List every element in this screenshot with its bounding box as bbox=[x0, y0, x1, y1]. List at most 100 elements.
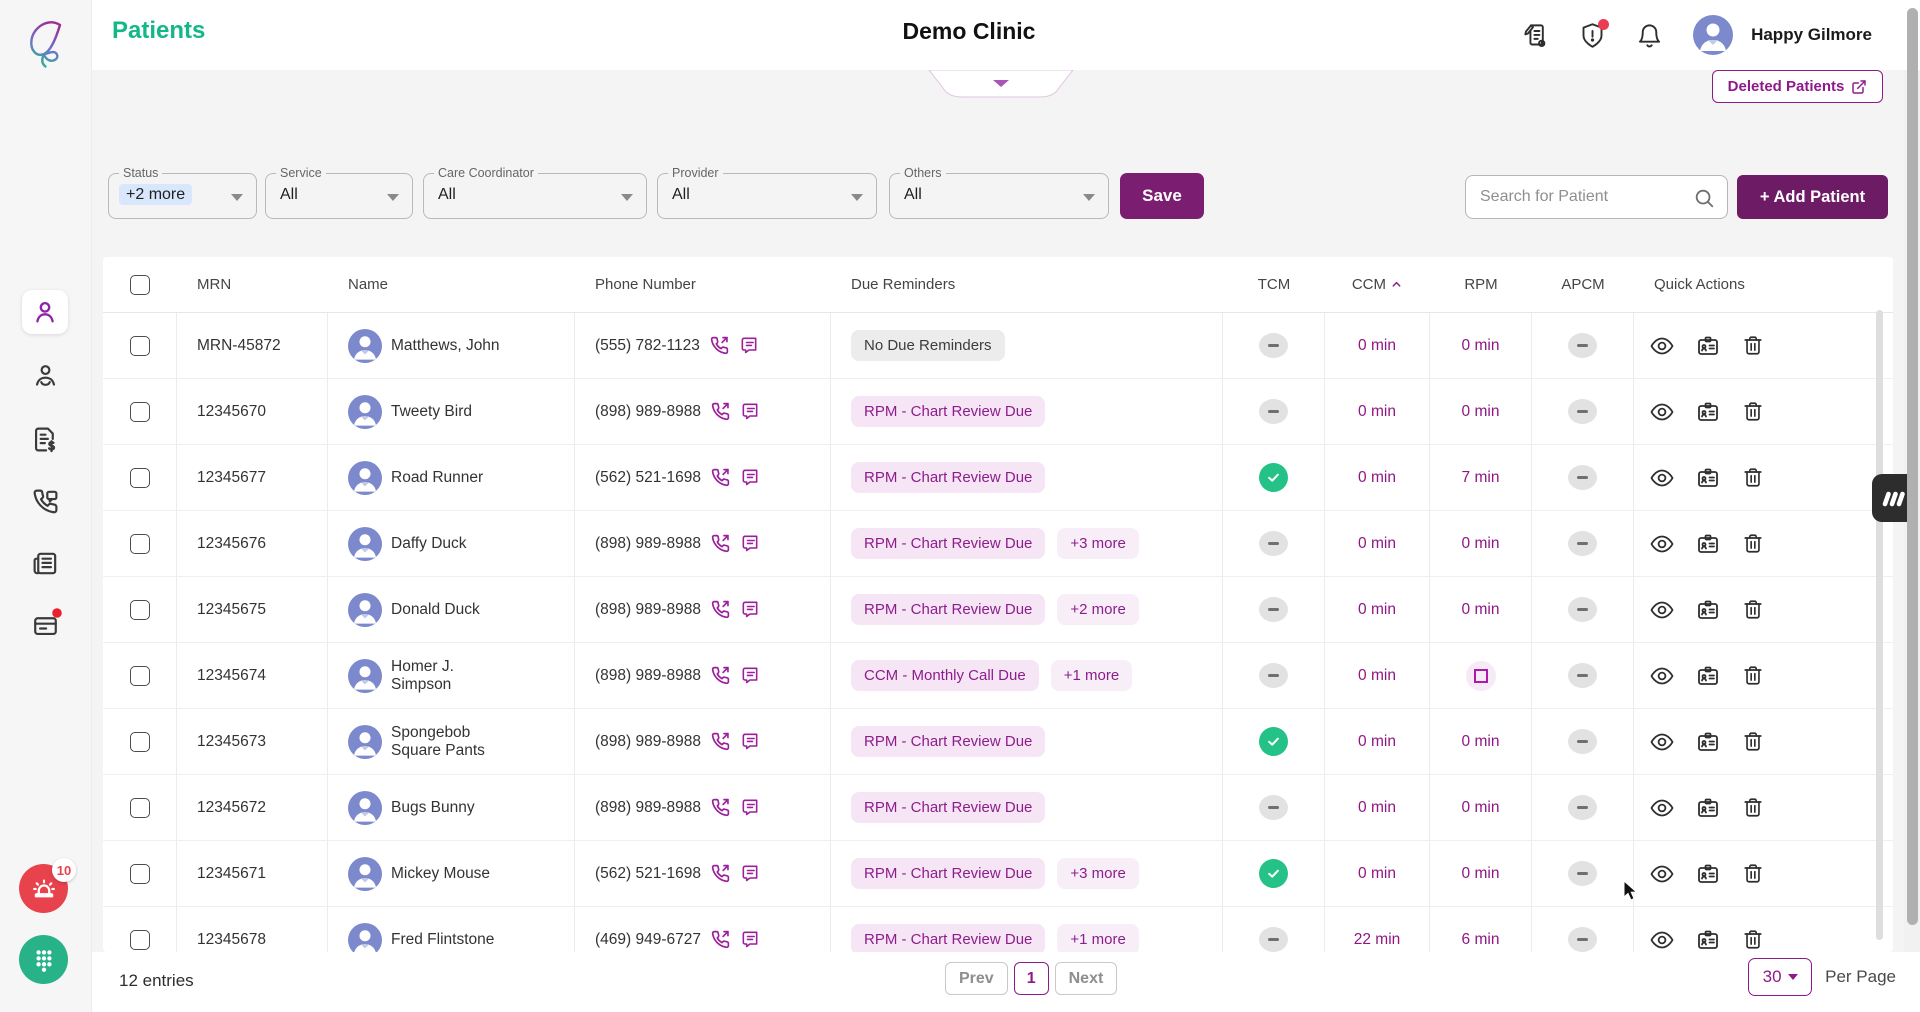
notifications-bell-icon[interactable] bbox=[1636, 22, 1663, 49]
row-checkbox[interactable] bbox=[130, 666, 150, 686]
reminder-chip[interactable]: RPM - Chart Review Due bbox=[851, 726, 1045, 757]
select-all-checkbox[interactable] bbox=[130, 275, 150, 295]
row-checkbox[interactable] bbox=[130, 600, 150, 620]
view-patient-icon[interactable] bbox=[1650, 730, 1674, 754]
sidebar-item-care-team[interactable] bbox=[30, 360, 60, 390]
col-phone[interactable]: Phone Number bbox=[575, 276, 831, 293]
message-icon[interactable] bbox=[740, 863, 760, 883]
name-cell[interactable]: Homer J. Simpson bbox=[328, 643, 575, 708]
delete-patient-icon[interactable] bbox=[1742, 466, 1764, 489]
more-reminders-chip[interactable]: +3 more bbox=[1057, 858, 1138, 889]
save-button[interactable]: Save bbox=[1120, 173, 1204, 219]
user-avatar[interactable] bbox=[1693, 15, 1733, 55]
delete-patient-icon[interactable] bbox=[1742, 862, 1764, 885]
row-checkbox[interactable] bbox=[130, 798, 150, 818]
call-icon[interactable] bbox=[710, 599, 731, 620]
name-cell[interactable]: Spongebob Square Pants bbox=[328, 709, 575, 774]
reminder-chip[interactable]: RPM - Chart Review Due bbox=[851, 924, 1045, 952]
name-cell[interactable]: Daffy Duck bbox=[328, 511, 575, 576]
name-cell[interactable]: Fred Flintstone bbox=[328, 907, 575, 952]
sidebar-item-reports[interactable] bbox=[30, 548, 60, 578]
delete-patient-icon[interactable] bbox=[1742, 400, 1764, 423]
prev-page-button[interactable]: Prev bbox=[945, 962, 1008, 995]
more-reminders-chip[interactable]: +1 more bbox=[1051, 660, 1132, 691]
reminder-chip[interactable]: RPM - Chart Review Due bbox=[851, 396, 1045, 427]
patient-card-icon[interactable] bbox=[1696, 466, 1720, 490]
col-ccm[interactable]: CCM bbox=[1325, 276, 1430, 293]
row-checkbox[interactable] bbox=[130, 468, 150, 488]
more-reminders-chip[interactable]: +3 more bbox=[1057, 528, 1138, 559]
name-cell[interactable]: Tweety Bird bbox=[328, 379, 575, 444]
delete-patient-icon[interactable] bbox=[1742, 532, 1764, 555]
filter-drawer-toggle[interactable] bbox=[928, 70, 1074, 99]
call-icon[interactable] bbox=[710, 401, 731, 422]
col-apcm[interactable]: APCM bbox=[1532, 276, 1634, 293]
message-icon[interactable] bbox=[739, 335, 759, 355]
search-input[interactable] bbox=[1480, 176, 1680, 218]
view-patient-icon[interactable] bbox=[1650, 928, 1674, 952]
sidebar-item-billing[interactable] bbox=[30, 424, 60, 454]
message-icon[interactable] bbox=[740, 533, 760, 553]
patient-card-icon[interactable] bbox=[1696, 730, 1720, 754]
col-name[interactable]: Name bbox=[328, 276, 575, 293]
call-icon[interactable] bbox=[710, 731, 731, 752]
reminder-chip[interactable]: RPM - Chart Review Due bbox=[851, 594, 1045, 625]
sidebar-item-tasks[interactable] bbox=[30, 610, 60, 640]
add-patient-button[interactable]: + Add Patient bbox=[1737, 175, 1888, 219]
reminder-chip[interactable]: RPM - Chart Review Due bbox=[851, 792, 1045, 823]
call-icon[interactable] bbox=[710, 467, 731, 488]
name-cell[interactable]: Mickey Mouse bbox=[328, 841, 575, 906]
patient-card-icon[interactable] bbox=[1696, 796, 1720, 820]
patient-search[interactable] bbox=[1465, 175, 1728, 219]
col-rpm[interactable]: RPM bbox=[1430, 276, 1532, 293]
patient-card-icon[interactable] bbox=[1696, 400, 1720, 424]
rpm-recording-icon[interactable] bbox=[1466, 661, 1496, 691]
support-alarm-button[interactable]: 10 bbox=[19, 864, 68, 913]
provider-filter[interactable]: Provider All bbox=[657, 173, 877, 219]
call-icon[interactable] bbox=[710, 665, 731, 686]
row-checkbox[interactable] bbox=[130, 336, 150, 356]
name-cell[interactable]: Donald Duck bbox=[328, 577, 575, 642]
view-patient-icon[interactable] bbox=[1650, 664, 1674, 688]
row-checkbox[interactable] bbox=[130, 732, 150, 752]
message-icon[interactable] bbox=[740, 665, 760, 685]
call-icon[interactable] bbox=[710, 863, 731, 884]
call-icon[interactable] bbox=[710, 929, 731, 950]
page-scrollbar-thumb[interactable] bbox=[1907, 8, 1918, 925]
view-patient-icon[interactable] bbox=[1650, 400, 1674, 424]
others-filter[interactable]: Others All bbox=[889, 173, 1109, 219]
row-checkbox[interactable] bbox=[130, 930, 150, 950]
delete-patient-icon[interactable] bbox=[1742, 598, 1764, 621]
view-patient-icon[interactable] bbox=[1650, 796, 1674, 820]
alerts-shield-icon[interactable] bbox=[1579, 22, 1606, 49]
name-cell[interactable]: Bugs Bunny bbox=[328, 775, 575, 840]
sidebar-item-calls[interactable] bbox=[30, 486, 60, 516]
reminder-chip[interactable]: No Due Reminders bbox=[851, 330, 1005, 361]
row-checkbox[interactable] bbox=[130, 534, 150, 554]
reminder-chip[interactable]: CCM - Monthly Call Due bbox=[851, 660, 1039, 691]
patient-card-icon[interactable] bbox=[1696, 334, 1720, 358]
delete-patient-icon[interactable] bbox=[1742, 928, 1764, 951]
reminder-chip[interactable]: RPM - Chart Review Due bbox=[851, 528, 1045, 559]
app-logo[interactable] bbox=[20, 16, 72, 70]
per-page-select[interactable]: 30 bbox=[1748, 958, 1812, 996]
call-icon[interactable] bbox=[709, 335, 730, 356]
care-coordinator-filter[interactable]: Care Coordinator All bbox=[423, 173, 647, 219]
patient-card-icon[interactable] bbox=[1696, 664, 1720, 688]
view-patient-icon[interactable] bbox=[1650, 532, 1674, 556]
sidebar-item-patients[interactable] bbox=[22, 290, 68, 334]
table-scrollbar[interactable] bbox=[1876, 310, 1883, 940]
current-page-button[interactable]: 1 bbox=[1014, 962, 1049, 995]
user-name[interactable]: Happy Gilmore bbox=[1751, 25, 1872, 45]
col-tcm[interactable]: TCM bbox=[1223, 276, 1325, 293]
message-icon[interactable] bbox=[740, 599, 760, 619]
call-icon[interactable] bbox=[710, 797, 731, 818]
message-icon[interactable] bbox=[740, 467, 760, 487]
row-checkbox[interactable] bbox=[130, 402, 150, 422]
service-filter[interactable]: Service All bbox=[265, 173, 413, 219]
name-cell[interactable]: Matthews, John bbox=[328, 313, 575, 378]
delete-patient-icon[interactable] bbox=[1742, 730, 1764, 753]
col-mrn[interactable]: MRN bbox=[177, 276, 328, 293]
patient-card-icon[interactable] bbox=[1696, 532, 1720, 556]
patient-card-icon[interactable] bbox=[1696, 598, 1720, 622]
